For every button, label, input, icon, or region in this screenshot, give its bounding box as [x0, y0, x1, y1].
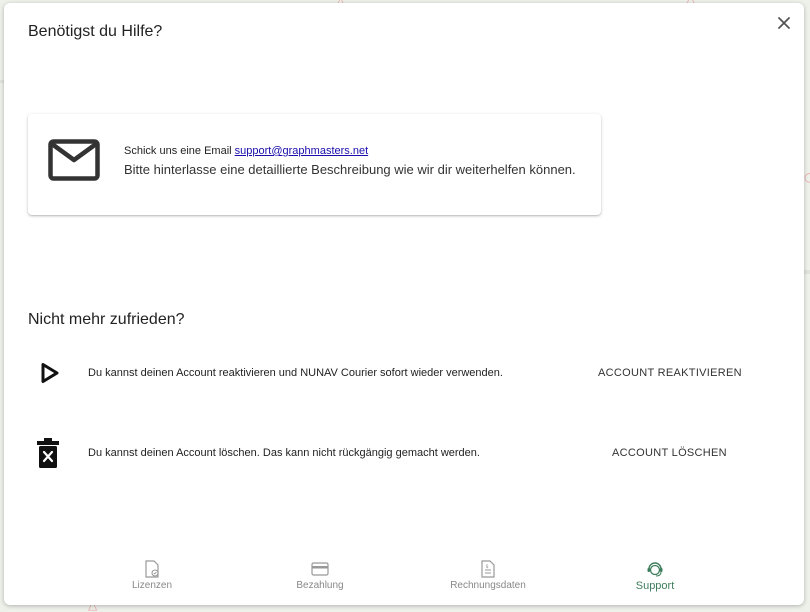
- delete-account-button[interactable]: ACCOUNT LÖSCHEN: [606, 439, 733, 467]
- nav-label-payment: Bezahlung: [296, 580, 344, 591]
- reactivate-account-button[interactable]: ACCOUNT REAKTIVIEREN: [592, 359, 748, 387]
- email-description: Bitte hinterlasse eine detaillierte Besc…: [124, 162, 576, 177]
- nav-label-support: Support: [635, 580, 675, 592]
- email-prompt-line: Schick uns eine Email support@graphmaste…: [124, 145, 368, 157]
- delete-row: Du kannst deinen Account löschen. Das ka…: [4, 433, 804, 473]
- nav-item-payment[interactable]: Bezahlung: [260, 551, 380, 599]
- reactivate-description: Du kannst deinen Account reaktivieren un…: [88, 367, 503, 379]
- trash-icon: [37, 438, 59, 468]
- support-email-link[interactable]: support@graphmasters.net: [235, 145, 368, 157]
- help-dialog: Benötigst du Hilfe? Schick uns eine Emai…: [4, 3, 804, 605]
- support-agent-icon: [647, 562, 663, 577]
- nav-item-support[interactable]: Support: [595, 551, 715, 599]
- play-icon: [41, 363, 59, 383]
- reactivate-row: Du kannst deinen Account reaktivieren un…: [4, 353, 804, 393]
- svg-text:$: $: [486, 564, 489, 570]
- credit-card-icon: [311, 562, 329, 576]
- nav-item-licenses[interactable]: Lizenzen: [92, 551, 212, 599]
- mail-icon: [48, 139, 100, 181]
- email-prompt: Schick uns eine Email: [124, 145, 232, 157]
- license-icon: [145, 560, 159, 578]
- invoice-icon: $: [481, 560, 495, 578]
- nav-item-billing[interactable]: $ Rechnungsdaten: [428, 551, 548, 599]
- unsatisfied-title: Nicht mehr zufrieden?: [28, 311, 185, 328]
- close-icon[interactable]: [774, 13, 794, 33]
- nav-label-licenses: Lizenzen: [131, 580, 173, 591]
- delete-description: Du kannst deinen Account löschen. Das ka…: [88, 447, 480, 459]
- nav-label-billing: Rechnungsdaten: [450, 580, 526, 591]
- email-support-card: Schick uns eine Email support@graphmaste…: [28, 114, 601, 215]
- dialog-title: Benötigst du Hilfe?: [28, 23, 163, 40]
- bottom-navigation: Lizenzen Bezahlung $ Rechnungsdaten Supp…: [4, 551, 804, 599]
